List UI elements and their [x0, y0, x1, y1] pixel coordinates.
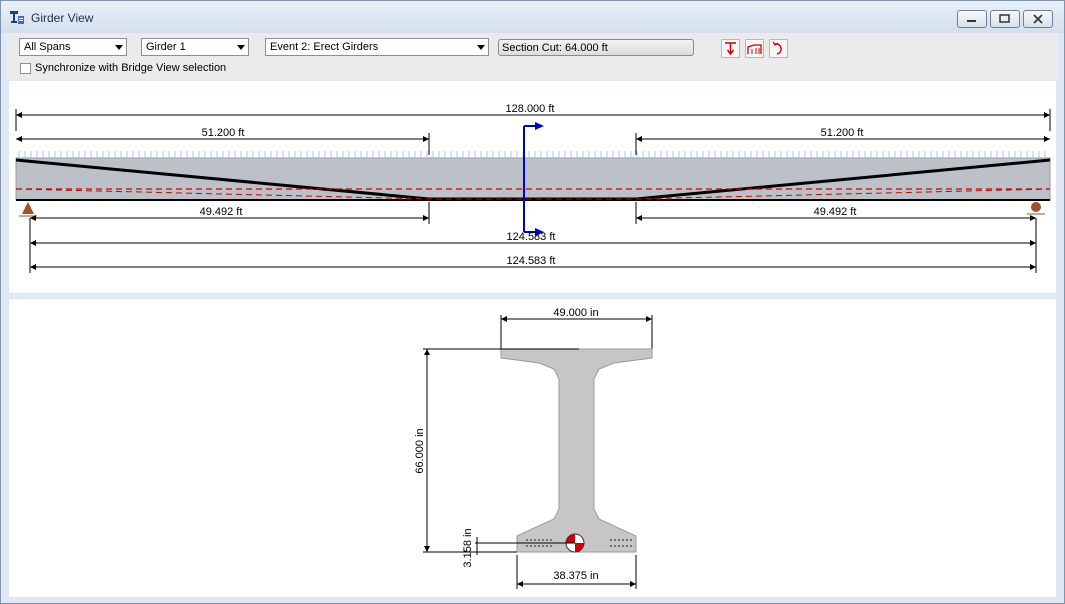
- strand-dot: [622, 539, 624, 541]
- strand-dot: [618, 545, 620, 547]
- strand-dot: [530, 539, 532, 541]
- right-harp-dimension: 51.200 ft: [635, 127, 1050, 155]
- span-select[interactable]: All Spans: [19, 38, 127, 56]
- restore-icon: [999, 14, 1010, 23]
- event-select-value: Event 2: Erect Girders: [270, 41, 379, 53]
- strand-dot: [626, 539, 628, 541]
- girder-section-drawing: 49.000 in 66.000 in 3.158 in 38.375 in: [414, 307, 653, 589]
- bridge-profile-icon: [747, 44, 762, 54]
- strand-dot: [534, 539, 536, 541]
- left-bearing-icon: [19, 202, 37, 217]
- close-button[interactable]: [1023, 10, 1053, 28]
- girder-elevation: [15, 151, 1051, 201]
- left-bearing-harp-dimension: 49.492 ft: [30, 202, 430, 224]
- strand-dot: [626, 545, 628, 547]
- left-bearing-harp-label: 49.492 ft: [200, 206, 243, 218]
- right-bearing-harp-label: 49.492 ft: [814, 206, 857, 218]
- strand-dot: [538, 545, 540, 547]
- girder-elevation-pane: 128.000 ft 51.200 ft 51.200 ft 49.492 ft…: [9, 81, 1056, 293]
- top-flange-dimension: 49.000 in: [500, 307, 653, 349]
- strand-dot: [610, 539, 612, 541]
- strand-dot: [542, 545, 544, 547]
- strand-dot: [550, 539, 552, 541]
- chevron-down-icon: [115, 45, 123, 50]
- minimize-button[interactable]: [957, 10, 987, 28]
- girder-select[interactable]: Girder 1: [141, 38, 249, 56]
- girder-toolbar: All Spans Girder 1 Event 2: Erect Girder…: [7, 33, 1058, 79]
- minimize-icon: [967, 20, 976, 22]
- restore-button[interactable]: [990, 10, 1020, 28]
- strand-dot: [534, 545, 536, 547]
- right-harp-label: 51.200 ft: [821, 127, 864, 139]
- left-harp-label: 51.200 ft: [202, 127, 245, 139]
- girder-select-value: Girder 1: [146, 41, 186, 53]
- event-select[interactable]: Event 2: Erect Girders: [265, 38, 489, 56]
- chevron-down-icon: [237, 45, 245, 50]
- strand-dot: [610, 545, 612, 547]
- chevron-down-icon: [477, 45, 485, 50]
- strand-dot: [526, 545, 528, 547]
- span-length-label-1: 124.583 ft: [507, 231, 556, 243]
- girder-elevation-drawing: 128.000 ft 51.200 ft 51.200 ft 49.492 ft…: [15, 103, 1051, 273]
- sync-checkbox[interactable]: [20, 63, 31, 74]
- overall-length-label: 128.000 ft: [506, 103, 555, 115]
- strand-dot: [630, 545, 632, 547]
- left-harp-dimension: 51.200 ft: [16, 127, 430, 155]
- strand-dot: [614, 539, 616, 541]
- bottom-flange-dimension: 38.375 in: [516, 555, 637, 589]
- load-arrow-button[interactable]: [721, 39, 740, 58]
- strand-dot: [546, 539, 548, 541]
- strand-dot: [618, 539, 620, 541]
- strand-dot: [538, 539, 540, 541]
- height-label: 66.000 in: [414, 428, 426, 473]
- girder-view-window: Girder View All Spans Girder 1 Event 2: …: [0, 0, 1065, 604]
- span-select-value: All Spans: [24, 41, 71, 53]
- strand-dot: [630, 539, 632, 541]
- bottom-flange-width-label: 38.375 in: [553, 570, 598, 582]
- section-cut-button[interactable]: Section Cut: 64.000 ft: [498, 39, 694, 56]
- strand-dot: [614, 545, 616, 547]
- rotate-icon: [772, 41, 782, 55]
- strand-dot: [526, 539, 528, 541]
- girder-view-app-icon: [10, 11, 24, 24]
- strand-dot: [542, 539, 544, 541]
- span-length-label-2: 124.583 ft: [507, 255, 556, 267]
- strand-dot: [550, 545, 552, 547]
- bridge-profile-button[interactable]: [745, 39, 764, 58]
- top-flange-width-label: 49.000 in: [553, 307, 598, 319]
- strand-dot: [530, 545, 532, 547]
- strand-dot: [546, 545, 548, 547]
- load-arrow-icon: [725, 42, 736, 56]
- eccentricity-label: 3.158 in: [462, 528, 474, 567]
- girder-section-pane: 49.000 in 66.000 in 3.158 in 38.375 in: [9, 299, 1056, 597]
- section-cut-label: Section Cut: 64.000 ft: [502, 42, 608, 54]
- right-bearing-harp-dimension: 49.492 ft: [635, 202, 1036, 224]
- span-length-dimension-2: 124.583 ft: [30, 255, 1036, 270]
- close-icon: [1033, 14, 1043, 24]
- right-bearing-icon: [1027, 202, 1045, 215]
- window-title: Girder View: [31, 11, 94, 25]
- sync-checkbox-label: Synchronize with Bridge View selection: [35, 62, 227, 74]
- title-bar: Girder View: [1, 1, 1064, 33]
- i-girder-section: [500, 348, 653, 553]
- rotate-button[interactable]: [769, 39, 788, 58]
- strand-dot: [622, 545, 624, 547]
